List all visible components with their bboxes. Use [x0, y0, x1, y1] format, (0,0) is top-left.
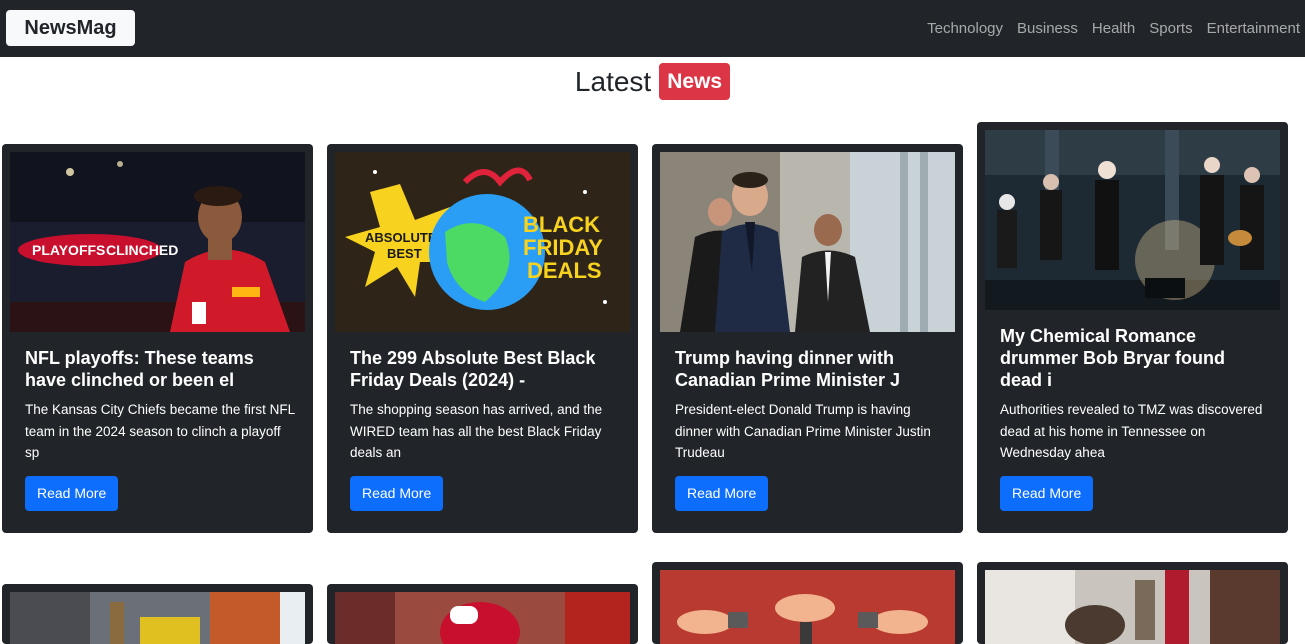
news-card: [327, 584, 638, 644]
heading-text: Latest: [574, 65, 652, 97]
news-card: PLAYOFFS CLINCHED NFL playoffs: These te…: [2, 144, 313, 533]
image-text-absolute: ABSOLUTE: [365, 230, 437, 245]
brand-logo-link[interactable]: NewsMag: [6, 10, 135, 46]
image-text-best: BEST: [387, 246, 422, 261]
news-card: Trump having dinner with Canadian Prime …: [652, 144, 963, 533]
news-image[interactable]: [985, 130, 1280, 310]
card-description: President-elect Donald Trump is having d…: [675, 402, 931, 460]
page-heading: Latest News: [0, 63, 1305, 103]
read-more-button[interactable]: Read More: [675, 476, 769, 511]
news-image[interactable]: ABSOLUTE BEST BLACK FRIDAY DEALS: [335, 152, 630, 332]
read-more-button[interactable]: Read More: [1000, 476, 1094, 511]
image-text-black: BLACK: [523, 212, 600, 237]
card-description: Authorities revealed to TMZ was discover…: [1000, 402, 1263, 460]
news-card: [2, 584, 313, 644]
news-image[interactable]: [335, 592, 630, 644]
image-text-playoffs: PLAYOFFS: [32, 242, 105, 258]
nav-link-sports[interactable]: Sports: [1149, 20, 1192, 37]
news-image[interactable]: [660, 570, 955, 644]
nav-links: Technology Business Health Sports Entert…: [927, 0, 1300, 57]
nav-link-technology[interactable]: Technology: [927, 20, 1003, 37]
card-description: The Kansas City Chiefs became the first …: [25, 402, 295, 460]
navbar: NewsMag Technology Business Health Sport…: [0, 0, 1305, 57]
image-text-friday: FRIDAY: [523, 235, 603, 260]
nav-link-entertainment[interactable]: Entertainment: [1207, 20, 1300, 37]
card-title[interactable]: NFL playoffs: These teams have clinched …: [25, 347, 295, 391]
image-text-clinched: CLINCHED: [106, 242, 178, 258]
nav-link-health[interactable]: Health: [1092, 20, 1135, 37]
nav-link-business[interactable]: Business: [1017, 20, 1078, 37]
news-card: ABSOLUTE BEST BLACK FRIDAY DEALS The 299…: [327, 144, 638, 533]
card-title[interactable]: Trump having dinner with Canadian Prime …: [675, 347, 945, 391]
news-image[interactable]: [660, 152, 955, 332]
news-card: My Chemical Romance drummer Bob Bryar fo…: [977, 122, 1288, 533]
card-title[interactable]: My Chemical Romance drummer Bob Bryar fo…: [1000, 325, 1270, 391]
image-text-deals: DEALS: [527, 258, 602, 283]
news-image[interactable]: [10, 592, 305, 644]
news-image[interactable]: PLAYOFFS CLINCHED: [10, 152, 305, 332]
read-more-button[interactable]: Read More: [25, 476, 119, 511]
card-title[interactable]: The 299 Absolute Best Black Friday Deals…: [350, 347, 620, 391]
news-badge: News: [659, 63, 731, 100]
read-more-button[interactable]: Read More: [350, 476, 444, 511]
card-description: The shopping season has arrived, and the…: [350, 402, 603, 460]
news-image[interactable]: [985, 570, 1280, 644]
